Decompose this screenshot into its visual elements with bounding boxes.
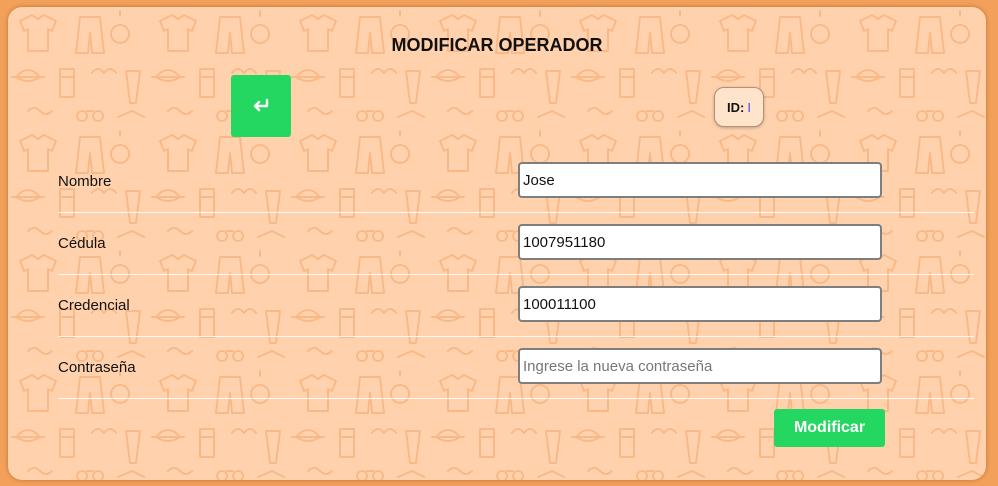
- credencial-input[interactable]: [518, 286, 882, 322]
- cedula-label: Cédula: [58, 234, 106, 252]
- id-label: ID:: [727, 99, 745, 115]
- operator-form-panel: MODIFICAR OPERADOR ID: I Nombre Cédula C…: [8, 7, 986, 480]
- modificar-button[interactable]: Modificar: [774, 409, 885, 447]
- contrasena-label: Contraseña: [58, 358, 136, 376]
- return-arrow-icon: [253, 98, 269, 112]
- cedula-input[interactable]: [518, 224, 882, 260]
- form-row-contrasena: Contraseña: [58, 336, 974, 399]
- contrasena-input[interactable]: [518, 348, 882, 384]
- form-row-nombre: Nombre: [58, 150, 974, 213]
- nombre-input[interactable]: [518, 162, 882, 198]
- nombre-label: Nombre: [58, 172, 112, 190]
- form-row-credencial: Credencial: [58, 274, 974, 337]
- form-row-cedula: Cédula: [58, 212, 974, 275]
- credencial-label: Credencial: [58, 296, 130, 314]
- page-title: MODIFICAR OPERADOR: [391, 35, 603, 55]
- back-button[interactable]: [231, 75, 291, 137]
- id-badge: ID: I: [714, 87, 764, 127]
- id-value: I: [747, 99, 751, 115]
